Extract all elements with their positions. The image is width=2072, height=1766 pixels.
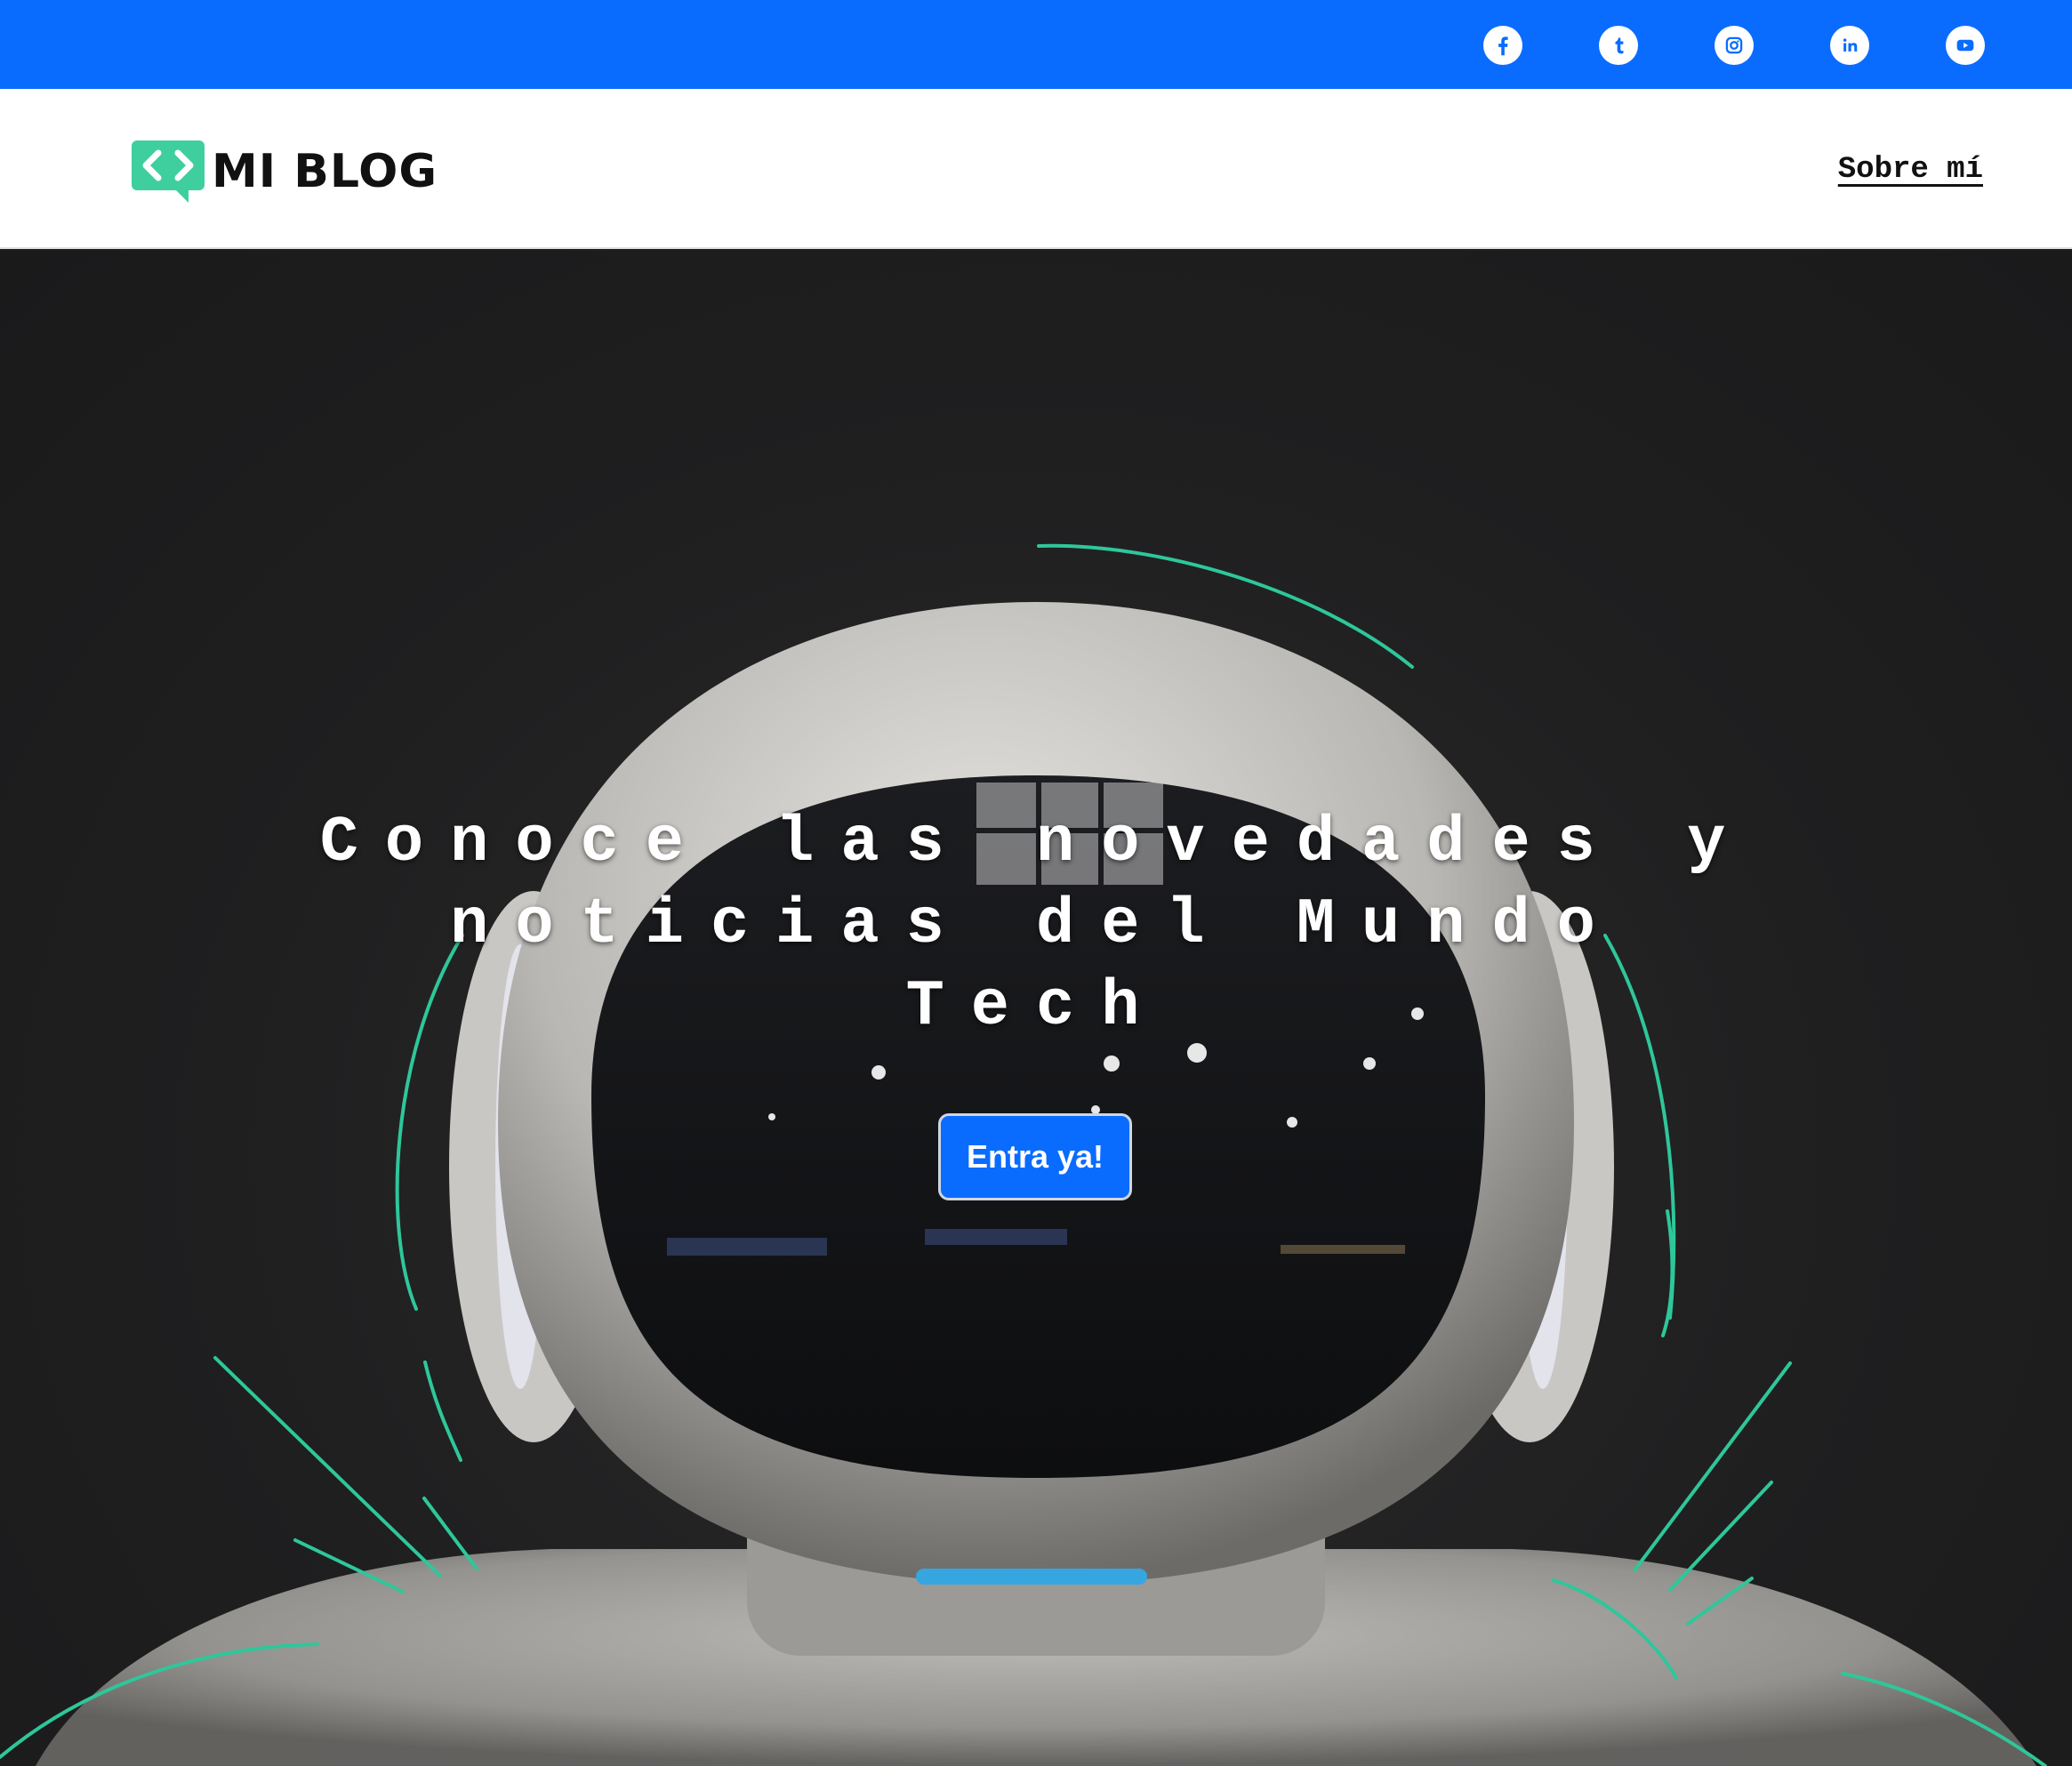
tumblr-link[interactable] xyxy=(1599,26,1638,65)
hero-title: Conoce las novedades y noticias del Mund… xyxy=(319,807,1753,1043)
code-bubble-icon xyxy=(132,140,205,203)
youtube-link[interactable] xyxy=(1946,26,1985,65)
enter-button[interactable]: Entra ya! xyxy=(938,1113,1132,1200)
hero-section: Conoce las novedades y noticias del Mund… xyxy=(0,251,2072,1766)
instagram-icon xyxy=(1725,36,1743,54)
logo-text: MI BLOG xyxy=(212,145,438,198)
facebook-icon xyxy=(1498,36,1508,56)
nav-link-about[interactable]: Sobre mí xyxy=(1838,153,1983,187)
facebook-link[interactable] xyxy=(1483,26,1522,65)
tumblr-icon xyxy=(1615,37,1624,54)
social-topbar xyxy=(0,0,2072,89)
linkedin-icon xyxy=(1843,38,1858,52)
linkedin-link[interactable] xyxy=(1830,26,1869,65)
youtube-icon xyxy=(1956,39,1974,52)
site-header: MI BLOG Sobre mí xyxy=(0,89,2072,249)
site-logo[interactable]: MI BLOG xyxy=(132,140,438,203)
instagram-link[interactable] xyxy=(1715,26,1754,65)
